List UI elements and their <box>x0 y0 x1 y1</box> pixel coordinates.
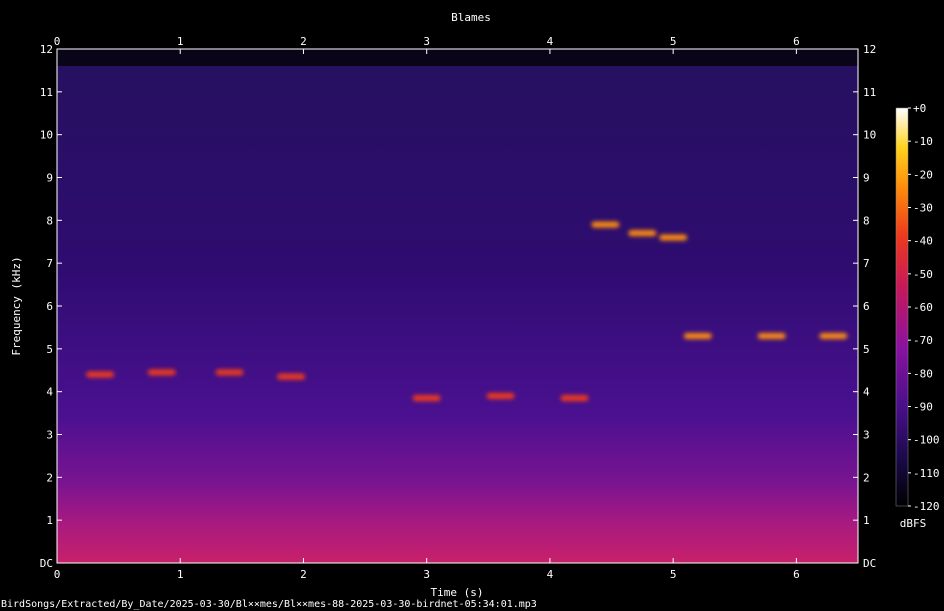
y-tick-label-left: 7 <box>46 257 53 270</box>
sound-event-mark <box>215 369 244 376</box>
sound-event-mark <box>757 332 786 339</box>
x-tick-label-top: 2 <box>300 35 307 48</box>
x-tick-label-top: 4 <box>547 35 554 48</box>
y-axis-label: Frequency (kHz) <box>10 256 23 355</box>
y-tick-label-left: 1 <box>46 514 53 527</box>
x-tick-label-bottom: 2 <box>300 568 307 581</box>
colorbar: +0 -10 -20 -30 -40 -50 -60 -70 -80 -90 -100 -110 -12… <box>895 102 940 530</box>
sound-event-mark <box>486 392 515 399</box>
sound-event-mark <box>147 369 176 376</box>
colorbar-gradient <box>895 107 909 507</box>
colorbar-unit: dBFS <box>900 517 927 530</box>
y-tick-label-right: 4 <box>863 386 870 399</box>
y-tick-label-right: 11 <box>863 86 876 99</box>
y-tick-label-right: 5 <box>863 343 870 356</box>
y-tick-label-left: DC <box>40 557 53 570</box>
y-tick-label-left: 4 <box>46 386 53 399</box>
sound-event-mark <box>659 234 688 241</box>
sound-event-mark <box>277 373 306 380</box>
y-tick-label-right: 12 <box>863 43 876 56</box>
sound-event-mark <box>628 230 657 237</box>
spectrogram-chart: Blames 0123456 0123456 DC123456789101112… <box>10 11 940 599</box>
colorbar-tick-label: -110 <box>913 467 940 480</box>
y-tick-label-right: 6 <box>863 300 870 313</box>
x-tick-label-bottom: 6 <box>793 568 800 581</box>
x-tick-label-top: 0 <box>54 35 61 48</box>
y-tick-label-left: 2 <box>46 471 53 484</box>
x-tick-label-top: 5 <box>670 35 677 48</box>
sound-event-mark <box>591 221 620 228</box>
y-tick-label-left: 8 <box>46 214 53 227</box>
x-tick-label-top: 1 <box>177 35 184 48</box>
colorbar-tick-label: -40 <box>913 235 933 248</box>
x-tick-label-bottom: 0 <box>54 568 61 581</box>
y-tick-label-left: 12 <box>40 43 53 56</box>
y-tick-label-right: 3 <box>863 429 870 442</box>
file-path: BirdSongs/Extracted/By_Date/2025-03-30/B… <box>1 599 537 610</box>
y-tick-label-left: 11 <box>40 86 53 99</box>
colorbar-tick-label: -30 <box>913 202 933 215</box>
colorbar-tick-label: -90 <box>913 401 933 414</box>
colorbar-tick-label: -120 <box>913 500 940 513</box>
x-tick-label-bottom: 5 <box>670 568 677 581</box>
y-tick-label-left: 6 <box>46 300 53 313</box>
colorbar-tick-label: -100 <box>913 434 940 447</box>
colorbar-tick-label: -80 <box>913 367 933 380</box>
y-tick-label-right: 10 <box>863 129 876 142</box>
y-tick-label-right: 2 <box>863 471 870 484</box>
sound-event-mark <box>560 395 589 402</box>
x-tick-label-top: 6 <box>793 35 800 48</box>
x-tick-label-top: 3 <box>423 35 430 48</box>
chart-title: Blames <box>451 11 491 24</box>
x-tick-label-bottom: 3 <box>423 568 430 581</box>
colorbar-tick-label: -60 <box>913 301 933 314</box>
y-tick-label-right: 7 <box>863 257 870 270</box>
colorbar-tick-label: -20 <box>913 168 933 181</box>
colorbar-tick-label: -10 <box>913 135 933 148</box>
sound-event-mark <box>412 395 441 402</box>
sound-event-mark <box>86 371 115 378</box>
x-tick-label-bottom: 4 <box>547 568 554 581</box>
sound-event-mark <box>819 332 848 339</box>
colorbar-tick-label: -70 <box>913 334 933 347</box>
colorbar-ticks: +0 -10 -20 -30 -40 -50 -60 -70 -80 -90 -100 -110 -12… <box>908 102 940 513</box>
y-tick-label-left: 3 <box>46 429 53 442</box>
sound-event-mark <box>683 332 712 339</box>
spectrogram-background <box>57 66 858 563</box>
y-tick-label-left: 5 <box>46 343 53 356</box>
x-axis-label: Time (s) <box>431 586 484 599</box>
y-tick-label-right: 8 <box>863 214 870 227</box>
colorbar-tick-label: +0 <box>913 102 926 115</box>
y-tick-label-right: 1 <box>863 514 870 527</box>
colorbar-tick-label: -50 <box>913 268 933 281</box>
spectrogram-plot <box>56 48 859 564</box>
y-tick-label-left: 9 <box>46 172 53 185</box>
y-tick-label-right: 9 <box>863 172 870 185</box>
y-tick-label-left: 10 <box>40 129 53 142</box>
x-tick-label-bottom: 1 <box>177 568 184 581</box>
y-tick-label-right: DC <box>863 557 876 570</box>
